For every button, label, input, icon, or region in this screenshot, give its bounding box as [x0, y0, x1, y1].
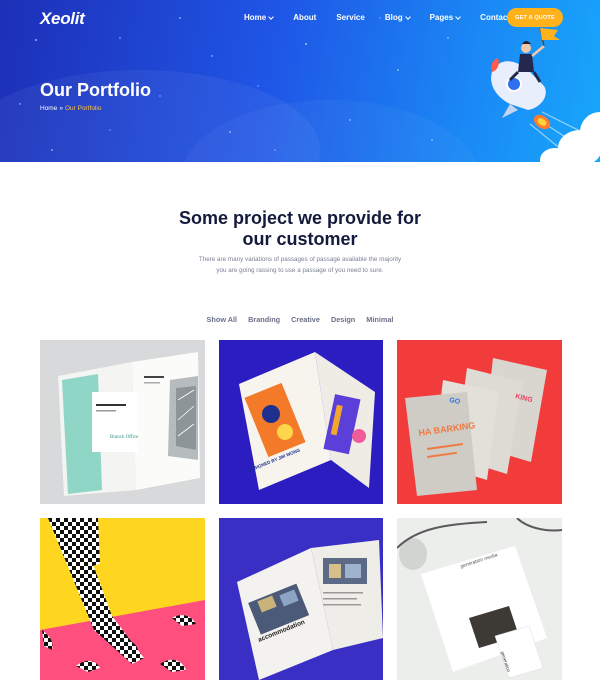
nav-item-label: Pages [429, 13, 454, 22]
breadcrumb: Home» Our Portfolio [40, 105, 101, 112]
page-title: Our Portfolio [40, 80, 151, 100]
chevron-down-icon [404, 13, 411, 20]
portfolio-item[interactable]: HA BARKING GO KING [397, 340, 562, 504]
portfolio-image [40, 518, 205, 680]
portfolio-image: accommodation [219, 518, 383, 680]
portfolio-image: Branch Office [40, 340, 205, 504]
filter-show-all[interactable]: Show All [207, 315, 238, 324]
nav-item-home[interactable]: Home [244, 13, 275, 22]
portfolio-item[interactable] [40, 518, 205, 680]
portfolio-image: generation media generation [397, 518, 562, 680]
section-description-line: There are many variations of passages of… [198, 256, 402, 263]
filter-branding[interactable]: Branding [248, 315, 280, 324]
nav-item-label: Contact [480, 13, 510, 22]
nav-item-about[interactable]: About [293, 13, 316, 22]
breadcrumb-home-link[interactable]: Home [40, 105, 57, 112]
section-title-line: our customer [242, 229, 358, 249]
section-description: There are many variations of passages of… [0, 254, 600, 276]
breadcrumb-current: Our Portfolio [64, 105, 102, 112]
nav-item-label: Service [336, 13, 365, 22]
portfolio-item[interactable]: accommodation [219, 518, 383, 680]
nav-item-service[interactable]: Service [336, 13, 364, 22]
section-title-line: Some project we provide for [178, 208, 422, 228]
portfolio-item[interactable]: Branch Office [40, 340, 205, 504]
breadcrumb-separator: » [59, 105, 63, 112]
nav-item-label: Home [244, 13, 267, 22]
filter-minimal[interactable]: Minimal [366, 315, 393, 324]
filter-design[interactable]: Design [331, 315, 355, 324]
nav-item-label: Blog [384, 13, 403, 22]
portfolio-image: HA BARKING GO KING [397, 340, 562, 504]
section-title: Some project we provide for our customer [0, 208, 600, 250]
nav-item-blog[interactable]: Blog [384, 13, 411, 22]
nav-item-label: About [293, 13, 317, 22]
brochure-caption: Branch Office [110, 435, 139, 440]
filter-creative[interactable]: Creative [291, 315, 320, 324]
get-a-quote-button[interactable]: GET A QUOTE [507, 8, 563, 27]
section-description-line: you are going rassing to use a passage o… [216, 267, 384, 274]
chevron-down-icon [268, 13, 275, 20]
hero-banner: Xeolit Home About Service Blog Pages Con… [0, 0, 600, 162]
portfolio-item[interactable]: DESIGNED BY JIM WONG [219, 340, 383, 504]
brand-logo[interactable]: Xeolit [40, 9, 85, 29]
nav-item-contact[interactable]: Contact [480, 13, 510, 22]
chevron-down-icon [455, 13, 462, 20]
portfolio-image: DESIGNED BY JIM WONG [219, 340, 383, 504]
portfolio-item[interactable]: generation media generation [397, 518, 562, 680]
nav-item-pages[interactable]: Pages [429, 13, 462, 22]
portfolio-filter-bar: Show All Branding Creative Design Minima… [0, 315, 600, 324]
main-nav: Home About Service Blog Pages Contact [244, 13, 530, 22]
